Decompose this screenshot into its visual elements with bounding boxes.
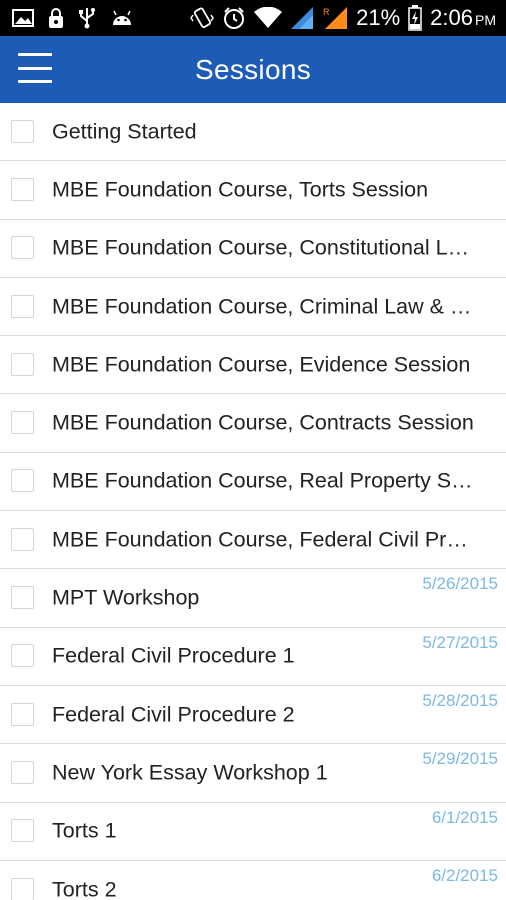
hamburger-menu-icon[interactable]	[18, 53, 52, 83]
status-bar: R 21% 2:06 PM	[0, 0, 506, 36]
session-title: MPT Workshop	[52, 585, 200, 610]
session-checkbox[interactable]	[11, 236, 34, 260]
session-date: 5/28/2015	[422, 690, 498, 710]
system-icons: R 21% 2:06 PM	[190, 5, 496, 31]
usb-icon	[78, 7, 96, 29]
menu-line	[18, 80, 52, 83]
session-row[interactable]: MBE Foundation Course, Real Property Ses…	[0, 453, 506, 512]
image-icon	[12, 8, 34, 28]
wifi-icon	[254, 7, 283, 29]
session-row[interactable]: Getting Started	[0, 103, 506, 162]
session-title: Getting Started	[52, 119, 197, 144]
session-title: MBE Foundation Course, Torts Session	[52, 177, 429, 202]
session-date: 5/26/2015	[422, 574, 498, 594]
session-row[interactable]: Torts 2 6/2/2015	[0, 861, 506, 900]
session-row[interactable]: MBE Foundation Course, Federal Civil Pro…	[0, 511, 506, 570]
session-title: MBE Foundation Course, Federal Civil Pro…	[52, 527, 476, 552]
session-date: 6/1/2015	[431, 807, 498, 827]
battery-percent: 21%	[356, 5, 401, 30]
session-title: Torts 1	[52, 818, 117, 843]
session-row[interactable]: MBE Foundation Course, Constitutional La…	[0, 220, 506, 278]
session-row[interactable]: MBE Foundation Course, Criminal Law & Pr…	[0, 278, 506, 337]
session-checkbox[interactable]	[11, 411, 34, 435]
lock-icon	[48, 7, 64, 29]
notification-icons	[12, 7, 134, 29]
session-checkbox[interactable]	[11, 644, 34, 668]
clock: 2:06 PM	[430, 5, 496, 31]
svg-text:R: R	[323, 7, 330, 17]
session-title: New York Essay Workshop 1	[52, 760, 328, 785]
android-icon	[110, 9, 134, 27]
session-checkbox[interactable]	[11, 877, 34, 900]
clock-time: 2:06	[430, 5, 473, 30]
session-title: MBE Foundation Course, Contracts Session	[52, 410, 474, 435]
roaming-signal-icon: R	[322, 6, 348, 30]
session-checkbox[interactable]	[11, 819, 34, 843]
session-row[interactable]: MPT Workshop 5/26/2015	[0, 569, 506, 628]
session-title: Federal Civil Procedure 1	[52, 643, 295, 668]
session-row[interactable]: MBE Foundation Course, Contracts Session	[0, 394, 506, 453]
menu-line	[18, 53, 52, 56]
signal-icon	[290, 6, 314, 30]
session-checkbox[interactable]	[11, 760, 34, 784]
session-title: MBE Foundation Course, Evidence Session	[52, 352, 471, 377]
session-checkbox[interactable]	[11, 469, 34, 493]
session-checkbox[interactable]	[11, 702, 34, 726]
session-title: MBE Foundation Course, Constitutional La…	[52, 235, 476, 260]
session-checkbox[interactable]	[11, 294, 34, 318]
session-checkbox[interactable]	[11, 527, 34, 551]
session-checkbox[interactable]	[11, 119, 34, 143]
session-row[interactable]: Federal Civil Procedure 2 5/28/2015	[0, 686, 506, 745]
session-row[interactable]: New York Essay Workshop 1 5/29/2015	[0, 744, 506, 803]
session-title: Torts 2	[52, 877, 117, 900]
session-date: 6/2/2015	[431, 865, 498, 885]
session-list: Getting Started MBE Foundation Course, To…	[0, 103, 506, 900]
vibrate-icon	[190, 6, 215, 30]
session-checkbox[interactable]	[11, 586, 34, 610]
session-row[interactable]: Federal Civil Procedure 1 5/27/2015	[0, 628, 506, 686]
session-checkbox[interactable]	[11, 352, 34, 376]
session-row[interactable]: Torts 1 6/1/2015	[0, 803, 506, 861]
session-date: 5/29/2015	[422, 749, 498, 769]
battery-charging-icon	[408, 5, 422, 31]
session-title: MBE Foundation Course, Criminal Law & Pr…	[52, 294, 476, 319]
alarm-icon	[222, 6, 246, 30]
session-row[interactable]: MBE Foundation Course, Evidence Session	[0, 336, 506, 395]
menu-line	[18, 66, 52, 70]
clock-ampm: PM	[475, 12, 496, 28]
session-date: 5/27/2015	[422, 632, 498, 652]
app-bar: Sessions	[0, 36, 506, 103]
session-title: Federal Civil Procedure 2	[52, 702, 295, 727]
session-checkbox[interactable]	[11, 177, 34, 201]
session-row[interactable]: MBE Foundation Course, Torts Session	[0, 161, 506, 220]
page-title: Sessions	[194, 53, 311, 85]
session-title: MBE Foundation Course, Real Property Ses…	[52, 468, 476, 493]
